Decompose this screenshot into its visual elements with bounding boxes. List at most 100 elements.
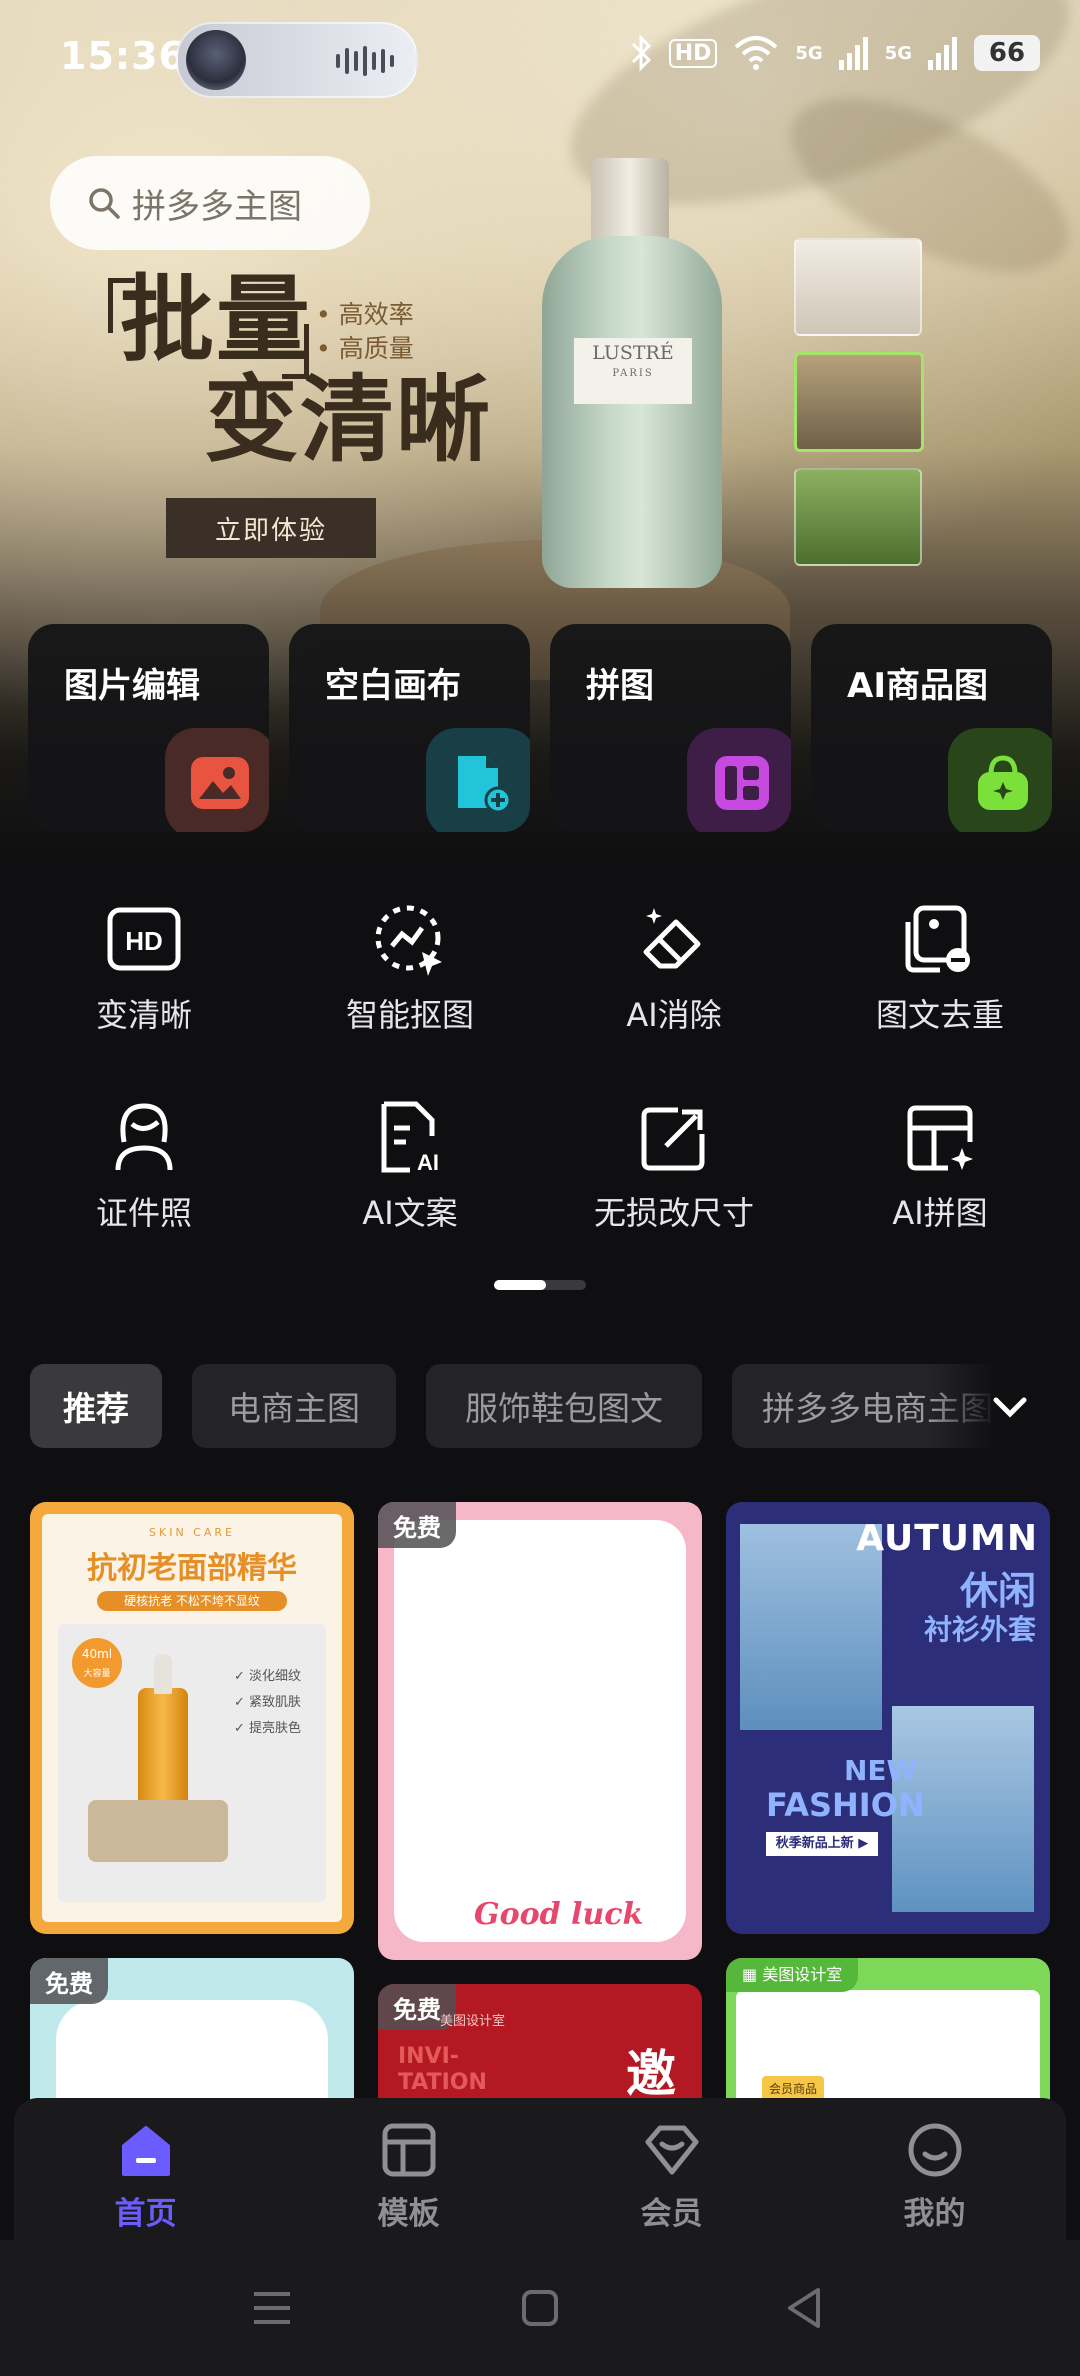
title-en-2: TATION xyxy=(398,2070,487,2095)
menu-icon[interactable] xyxy=(252,2288,292,2328)
resize-icon xyxy=(641,1107,705,1171)
tool-ai-copy[interactable]: AI AI文案 xyxy=(300,1098,520,1234)
tool-smart-cutout[interactable]: 智能抠图 xyxy=(300,900,520,1036)
nav-vip[interactable]: 会员 xyxy=(540,2098,803,2240)
product-photo: 40ml 大容量 ✓ 淡化细纹 ✓ 紧致肌肤 ✓ 提亮肤色 xyxy=(58,1624,326,1902)
media-thumbnail xyxy=(186,30,246,90)
tab-apparel[interactable]: 服饰鞋包图文 xyxy=(426,1364,702,1448)
battery-icon: 66 xyxy=(974,35,1040,71)
smart-cutout-icon xyxy=(375,905,442,976)
tool-label: AI拼图 xyxy=(892,1194,988,1232)
free-badge: 免费 xyxy=(378,1502,456,1548)
template-card-member[interactable]: ▦ 美图设计室 会员商品 xyxy=(726,1958,1050,2118)
bracket-close xyxy=(282,324,309,379)
product-bottle xyxy=(542,236,722,588)
tool-ai-collage[interactable]: AI拼图 xyxy=(830,1098,1050,1234)
title-en: AUTUMN xyxy=(856,1518,1038,1559)
status-time: 15:36 xyxy=(60,34,186,78)
bottle-cap xyxy=(591,158,669,244)
tool-id-photo[interactable]: 证件照 xyxy=(34,1098,254,1234)
new-arrival-button: 秋季新品上新 ▶ xyxy=(766,1832,878,1856)
studio-label: 美图设计室 xyxy=(440,2014,506,2029)
eraser-icon xyxy=(643,908,701,969)
studio-label: ▦ 美图设计室 xyxy=(726,1958,859,1992)
category-tabs: 推荐 电商主图 服饰鞋包图文 拼多多电商主图 xyxy=(30,1364,1030,1450)
tab-ecommerce-main[interactable]: 电商主图 xyxy=(192,1364,396,1448)
tool-ai-erase[interactable]: AI消除 xyxy=(564,900,784,1036)
collage-icon xyxy=(687,728,791,832)
home-button-icon[interactable] xyxy=(520,2288,560,2328)
banner-thumb-active[interactable] xyxy=(794,352,924,452)
feature-cards: 图片编辑 空白画布 拼图 AI商品图 xyxy=(28,624,1052,832)
sub-en-2: FASHION xyxy=(766,1786,925,1824)
card-inner xyxy=(394,1520,686,1942)
chevron-down-icon[interactable] xyxy=(988,1388,1032,1428)
hd-badge: HD xyxy=(668,38,718,68)
title-cn-2: 衬衫外套 xyxy=(923,1613,1036,1646)
back-icon[interactable] xyxy=(784,2286,824,2330)
wifi-icon xyxy=(735,36,778,70)
card-caption: Good luck xyxy=(474,1897,644,1932)
dedupe-icon xyxy=(905,905,970,973)
bluetooth-icon xyxy=(631,34,651,72)
banner-thumbnails xyxy=(794,238,924,582)
card-top-label: SKIN CARE xyxy=(149,1526,235,1539)
status-bar: 15:36 HD 5G 5G 66 xyxy=(0,0,1080,118)
status-icons: HD 5G 5G 66 xyxy=(629,34,1040,72)
image-edit-icon xyxy=(165,728,269,832)
tool-label: 变清晰 xyxy=(95,996,192,1034)
profile-icon xyxy=(908,2123,961,2177)
feature-label: AI商品图 xyxy=(847,666,988,706)
page-indicator xyxy=(494,1280,586,1290)
banner-thumb[interactable] xyxy=(794,468,922,566)
tool-label: 图文去重 xyxy=(875,996,1004,1034)
nav-profile[interactable]: 我的 xyxy=(803,2098,1066,2240)
bottom-nav: 首页 模板 会员 我的 xyxy=(14,2098,1066,2240)
signal-5g-label: 5G xyxy=(795,42,823,64)
capacity-badge: 40ml 大容量 xyxy=(72,1638,122,1688)
template-card-skincare[interactable]: SKIN CARE 抗初老面部精华 硬核抗老 不松不垮不显纹 40ml 大容量 ✓… xyxy=(30,1502,354,1934)
feature-label: 空白画布 xyxy=(325,666,461,706)
tool-label: 无损改尺寸 xyxy=(593,1194,754,1232)
media-pill[interactable] xyxy=(176,22,418,98)
feature-card-image-edit[interactable]: 图片编辑 xyxy=(28,624,269,832)
signal-icon xyxy=(838,37,868,70)
card-subtitle: 硬核抗老 不松不垮不显纹 xyxy=(97,1591,287,1611)
tool-resize[interactable]: 无损改尺寸 xyxy=(564,1098,784,1234)
bracket-open xyxy=(108,278,135,333)
tab-recommend[interactable]: 推荐 xyxy=(30,1364,162,1448)
search-input[interactable]: 拼多多主图 xyxy=(50,156,370,250)
hd-icon: HD xyxy=(107,907,181,971)
tool-label: AI文案 xyxy=(362,1194,458,1232)
template-card-cloud[interactable]: 免费 xyxy=(30,1958,354,2118)
banner-thumb[interactable] xyxy=(794,238,922,336)
system-nav-bar xyxy=(0,2240,1080,2376)
tool-label: 证件照 xyxy=(95,1194,192,1232)
tool-dedupe[interactable]: 图文去重 xyxy=(830,900,1050,1036)
nav-label: 会员 xyxy=(640,2196,703,2232)
tool-enhance[interactable]: HD 变清晰 xyxy=(34,900,254,1036)
ai-collage-icon xyxy=(907,1105,973,1171)
template-card-good-luck[interactable]: 免费 Good luck xyxy=(378,1502,702,1960)
search-placeholder: 拼多多主图 xyxy=(132,186,302,227)
ai-copy-icon: AI xyxy=(381,1101,439,1175)
serum-bottle xyxy=(138,1688,188,1808)
template-card-autumn[interactable]: AUTUMN 休闲 衬衫外套 NEW FASHION 秋季新品上新 ▶ xyxy=(726,1502,1050,1934)
title-cn: 邀 xyxy=(626,2045,676,2103)
nav-home[interactable]: 首页 xyxy=(14,2098,277,2240)
try-now-button[interactable]: 立即体验 xyxy=(166,498,376,558)
feature-card-blank-canvas[interactable]: 空白画布 xyxy=(289,624,530,832)
title-cn-1: 休闲 xyxy=(959,1569,1036,1613)
bottle-label: LUSTRÉ PARIS xyxy=(574,338,692,404)
dropper xyxy=(154,1654,172,1694)
vip-icon xyxy=(645,2125,698,2175)
feature-card-ai-product[interactable]: AI商品图 xyxy=(811,624,1052,832)
feature-label: 拼图 xyxy=(586,666,654,706)
feature-label: 图片编辑 xyxy=(64,666,200,706)
title-en-1: INVI- xyxy=(398,2044,459,2069)
nav-template[interactable]: 模板 xyxy=(277,2098,540,2240)
nav-label: 首页 xyxy=(114,2196,177,2232)
svg-text:HD: HD xyxy=(125,926,163,956)
feature-card-collage[interactable]: 拼图 xyxy=(550,624,791,832)
nav-label: 模板 xyxy=(377,2196,440,2232)
